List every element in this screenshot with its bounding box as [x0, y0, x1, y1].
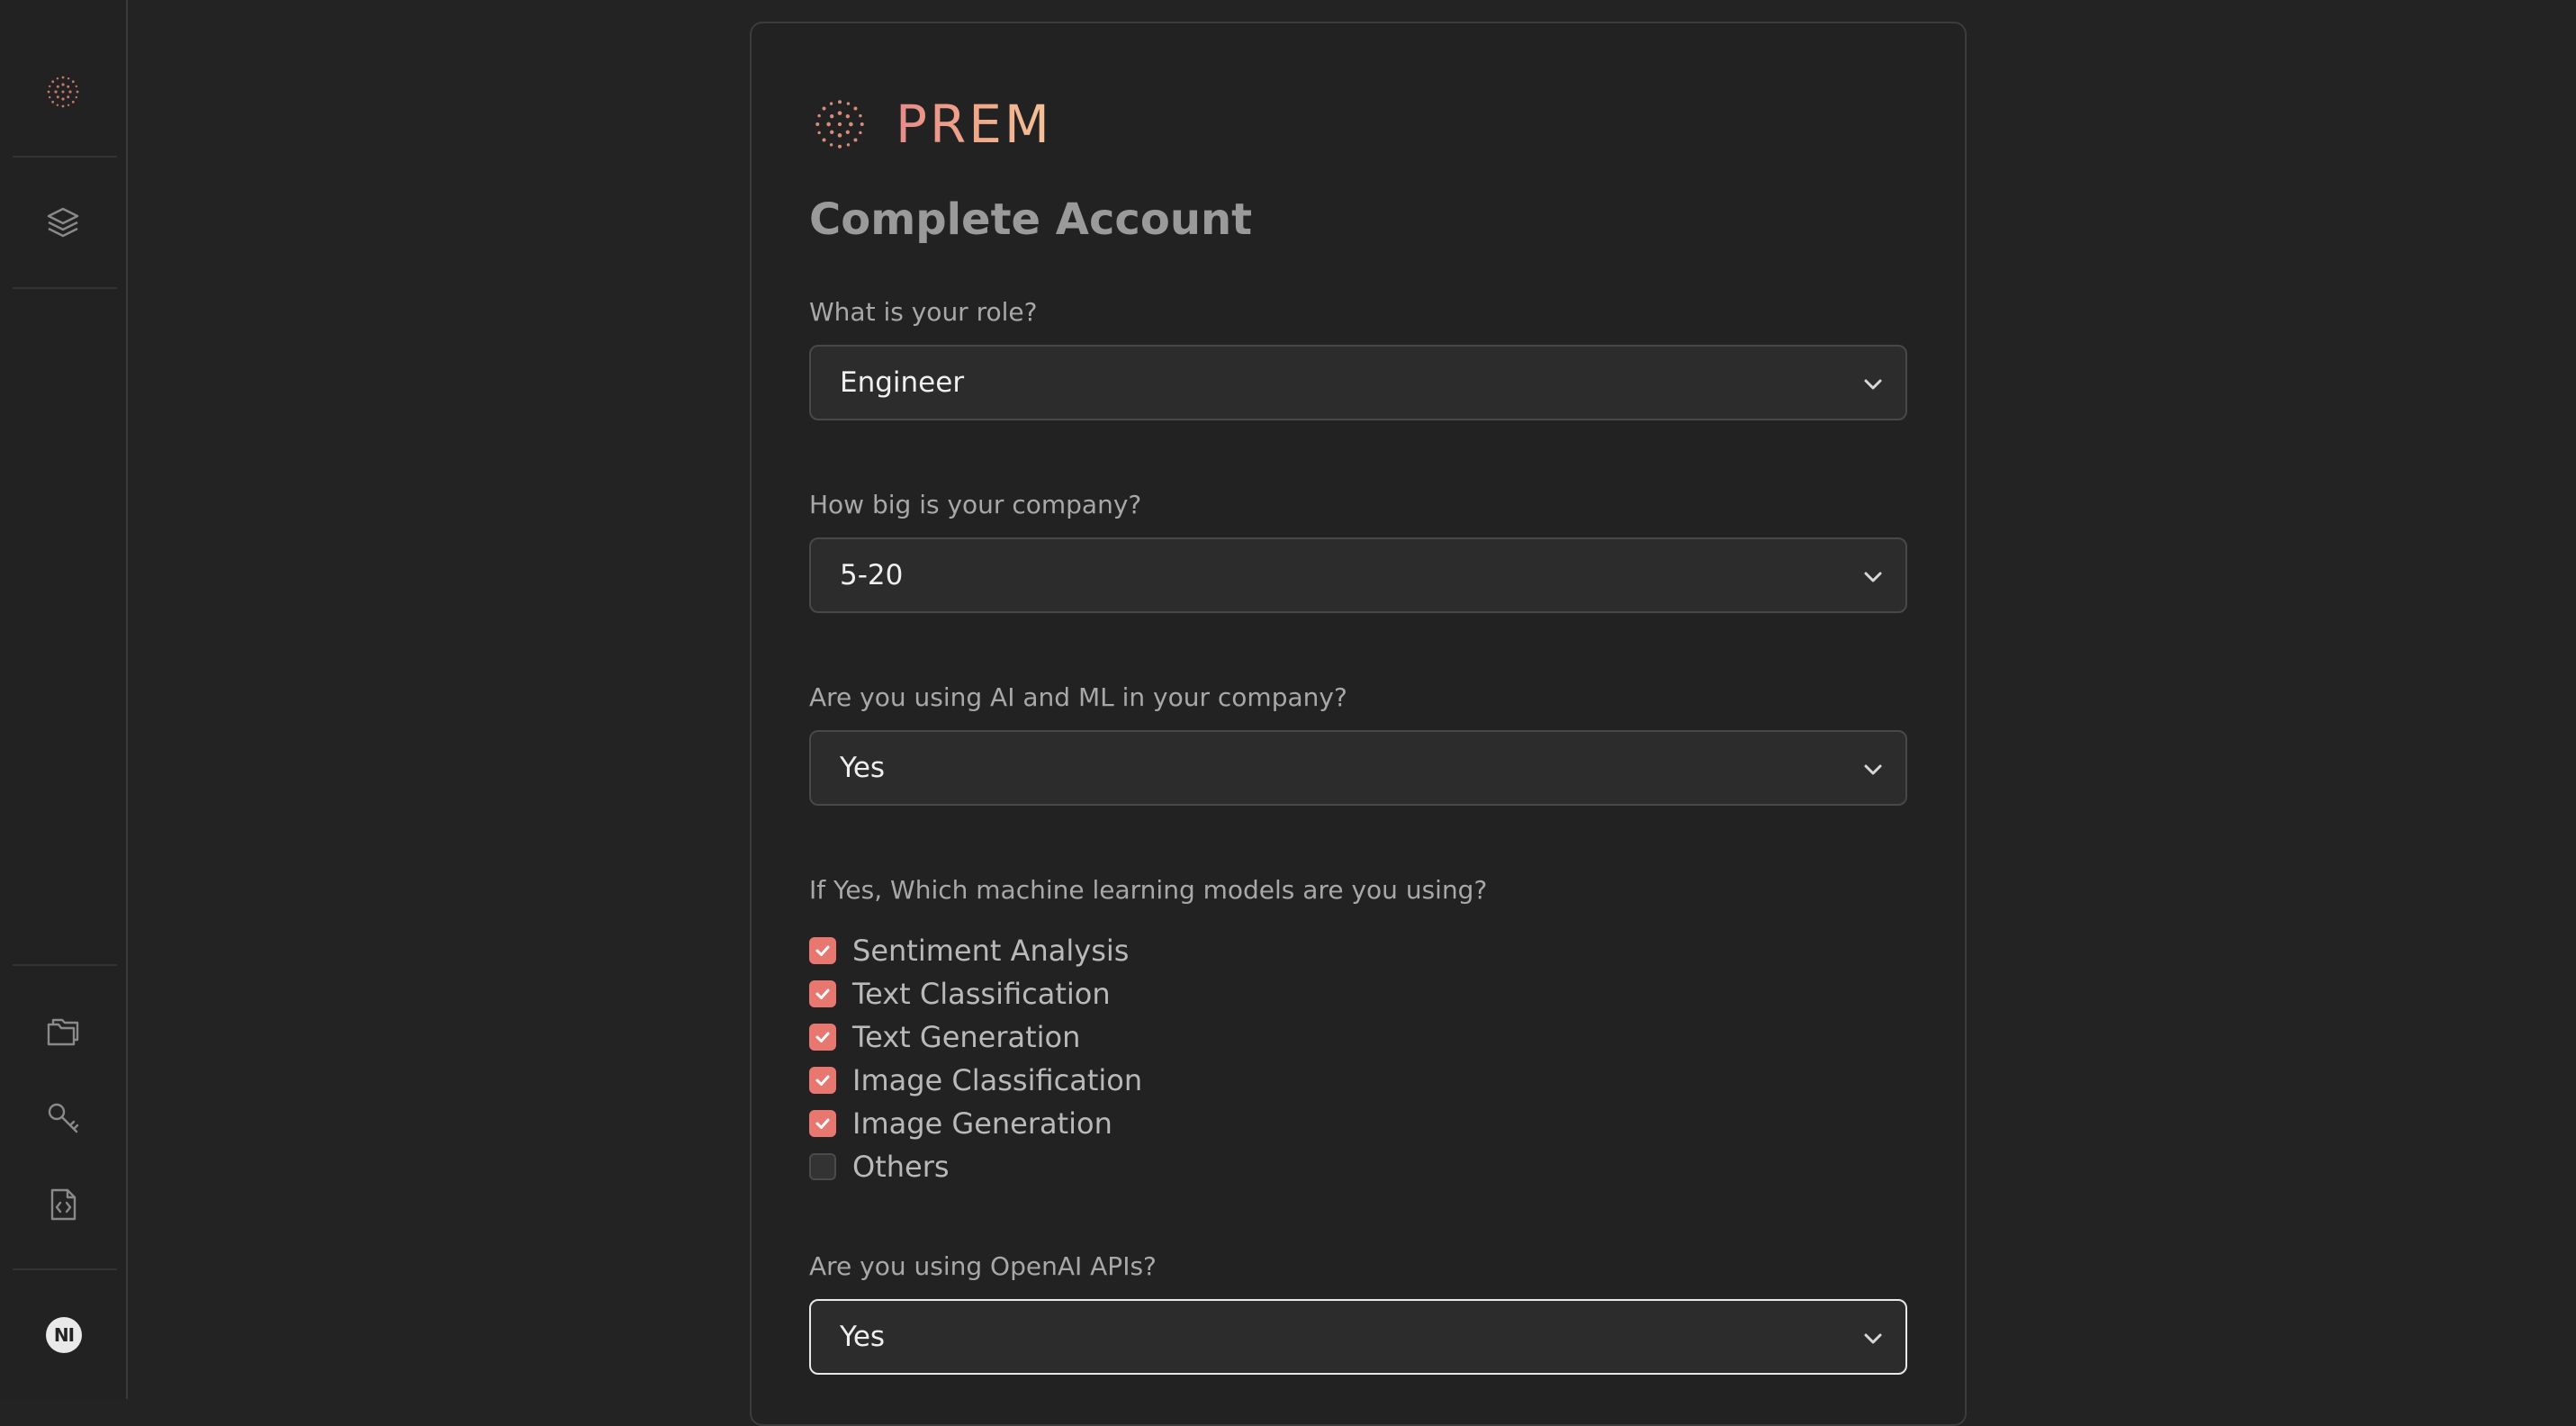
chevron-down-icon [1864, 1333, 1882, 1344]
key-icon[interactable] [40, 1095, 86, 1142]
sidebar-divider [13, 287, 117, 289]
role-select[interactable]: Engineer [809, 345, 1907, 420]
using-ai-label: Are you using AI and ML in your company? [809, 682, 1347, 712]
role-select-value: Engineer [840, 366, 965, 399]
checkbox-label: Others [852, 1150, 950, 1184]
folders-icon[interactable] [40, 1008, 86, 1055]
chevron-down-icon [1864, 764, 1882, 775]
checkbox-text-generation[interactable]: Text Generation [809, 1015, 1142, 1059]
check-icon [815, 1118, 830, 1129]
sidebar-divider [13, 1268, 117, 1270]
checkbox-checked[interactable] [809, 1067, 836, 1094]
company-size-select[interactable]: 5-20 [809, 537, 1907, 613]
user-avatar[interactable]: NI [46, 1317, 82, 1353]
checkbox-image-classification[interactable]: Image Classification [809, 1059, 1142, 1102]
using-ai-select[interactable]: Yes [809, 730, 1907, 806]
page-title: Complete Account [809, 194, 1253, 245]
layers-icon[interactable] [40, 200, 86, 247]
sidebar-divider [13, 156, 117, 158]
checkbox-sentiment-analysis[interactable]: Sentiment Analysis [809, 929, 1142, 972]
models-label: If Yes, Which machine learning models ar… [809, 875, 1488, 905]
company-size-label: How big is your company? [809, 490, 1142, 519]
check-icon [815, 1032, 830, 1042]
prem-logo-icon[interactable] [40, 68, 86, 115]
company-size-select-value: 5-20 [840, 559, 904, 591]
check-icon [815, 945, 830, 956]
checkbox-label: Text Classification [852, 977, 1111, 1011]
sidebar: NI [0, 0, 128, 1399]
checkbox-unchecked[interactable] [809, 1153, 836, 1180]
openai-label: Are you using OpenAI APIs? [809, 1251, 1157, 1281]
checkbox-others[interactable]: Others [809, 1145, 1142, 1188]
prem-logo-icon [815, 100, 864, 149]
checkbox-checked[interactable] [809, 937, 836, 964]
role-label: What is your role? [809, 297, 1038, 327]
sidebar-divider [13, 964, 117, 966]
check-icon [815, 1075, 830, 1086]
checkbox-checked[interactable] [809, 980, 836, 1007]
openai-select[interactable]: Yes [809, 1299, 1907, 1375]
checkbox-text-classification[interactable]: Text Classification [809, 972, 1142, 1015]
checkbox-label: Image Classification [852, 1063, 1143, 1097]
checkbox-label: Sentiment Analysis [852, 934, 1130, 968]
openai-select-value: Yes [840, 1321, 886, 1353]
complete-account-card: PREM Complete Account What is your role?… [750, 22, 1967, 1426]
checkbox-image-generation[interactable]: Image Generation [809, 1102, 1142, 1145]
checkbox-checked[interactable] [809, 1024, 836, 1051]
checkbox-checked[interactable] [809, 1110, 836, 1137]
models-checkbox-group: Sentiment Analysis Text Classification T… [809, 929, 1142, 1188]
brand-name: PREM [896, 94, 1052, 155]
chevron-down-icon [1864, 379, 1882, 390]
brand: PREM [809, 94, 1052, 155]
checkbox-label: Text Generation [852, 1020, 1081, 1054]
chevron-down-icon [1864, 572, 1882, 582]
code-file-icon[interactable] [40, 1181, 86, 1228]
check-icon [815, 988, 830, 999]
using-ai-select-value: Yes [840, 752, 886, 784]
checkbox-label: Image Generation [852, 1106, 1112, 1141]
